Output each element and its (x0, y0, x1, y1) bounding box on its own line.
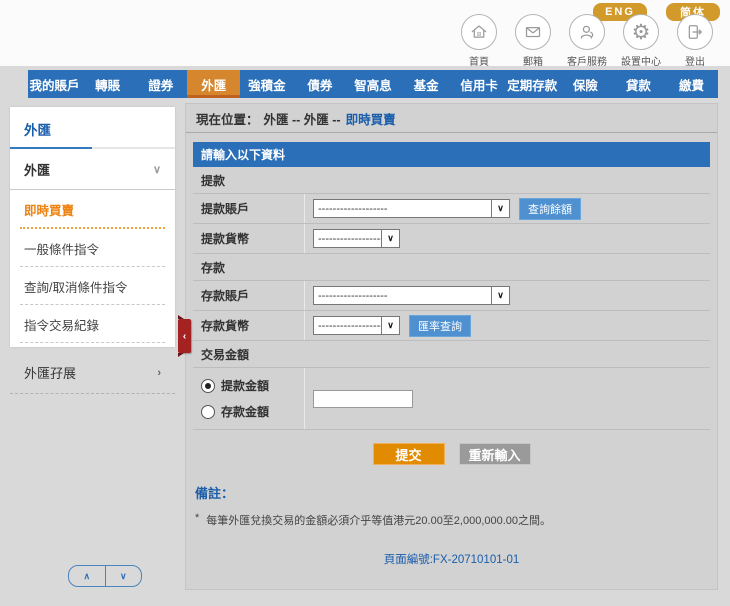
chevron-down-icon: ∨ (491, 200, 509, 217)
main-nav: 我的賬戶 轉賬 證券 外匯 強積金 債券 智高息 基金 信用卡 定期存款 保險 … (28, 70, 718, 98)
fx-instant-trade-form: 請輸入以下資料 提款 提款賬戶 ------------------- ∨ 查詢… (193, 142, 710, 465)
withdraw-amount-radio-label: 提款金額 (221, 377, 269, 394)
chevron-down-icon: ∨ (381, 230, 399, 247)
submit-button[interactable]: 提交 (373, 443, 445, 465)
logout-icon (677, 14, 713, 50)
pager-up-button[interactable]: ∧ (69, 566, 106, 586)
chevron-down-icon: ∨ (381, 317, 399, 334)
deposit-account-row: 存款賬戶 ------------------- ∨ (193, 281, 710, 311)
amount-row: 提款金額 存款金額 (193, 368, 710, 430)
breadcrumb-path: 外匯 -- 外匯 -- (264, 109, 341, 128)
note-bullet: * (195, 512, 199, 528)
sidebar-item-order-history[interactable]: 指令交易紀錄 (20, 305, 165, 343)
check-balance-button[interactable]: 查詢餘額 (519, 198, 581, 220)
home-icon (461, 14, 497, 50)
nav-item-insurance[interactable]: 保險 (559, 70, 612, 98)
deposit-amount-radio[interactable]: 存款金額 (201, 403, 269, 420)
nav-item-payments[interactable]: 繳費 (665, 70, 718, 98)
sidebar-item-label: 外匯孖展 (24, 363, 76, 382)
sidebar-collapse-button[interactable]: ‹ (178, 319, 191, 353)
sidebar: 外匯 外匯 ∨ 即時買賣 一般條件指令 查詢/取消條件指令 指令交易紀錄 外匯孖… (10, 107, 175, 590)
deposit-section-header: 存款 (193, 254, 710, 281)
nav-item-securities[interactable]: 證券 (134, 70, 187, 98)
deposit-account-value: ------------------- (314, 287, 491, 304)
customer-service-icon (569, 14, 605, 50)
page-number: 頁面編號:FX-20710101-01 (195, 551, 708, 567)
sidebar-menu-card: 外匯 外匯 ∨ 即時買賣 一般條件指令 查詢/取消條件指令 指令交易紀錄 (10, 107, 175, 347)
reset-button[interactable]: 重新輸入 (459, 443, 531, 465)
sidebar-item-instant-trade[interactable]: 即時買賣 (20, 190, 165, 229)
logout-shortcut[interactable]: 登出 (668, 14, 722, 68)
sidebar-item-fx-margin[interactable]: 外匯孖展 › (10, 350, 175, 394)
sidebar-title-divider (10, 147, 175, 149)
withdraw-account-row: 提款賬戶 ------------------- ∨ 查詢餘額 (193, 194, 710, 224)
settings-label: 設置中心 (621, 53, 661, 68)
withdraw-currency-label: 提款貨幣 (193, 224, 305, 253)
sidebar-item-general-order[interactable]: 一般條件指令 (20, 229, 165, 267)
deposit-currency-select[interactable]: ------------------- ∨ (313, 316, 400, 335)
home-label: 首頁 (469, 53, 489, 68)
withdraw-account-value: ------------------- (314, 200, 491, 217)
deposit-account-label: 存款賬戶 (193, 281, 305, 310)
mail-label: 郵箱 (523, 53, 543, 68)
deposit-amount-radio-label: 存款金額 (221, 403, 269, 420)
note-line: * 每筆外匯兌換交易的金額必須介乎等值港元20.00至2,000,000.00之… (195, 512, 708, 528)
form-actions: 提交 重新輸入 (193, 443, 710, 465)
notes-section: 備註： * 每筆外匯兌換交易的金額必須介乎等值港元20.00至2,000,000… (195, 483, 708, 567)
deposit-currency-value: ------------------- (314, 317, 381, 334)
withdraw-currency-select[interactable]: ------------------- ∨ (313, 229, 400, 248)
amount-section-header: 交易金額 (193, 341, 710, 368)
withdraw-account-label: 提款賬戶 (193, 194, 305, 223)
main-content: ‹ 現在位置： 外匯 -- 外匯 -- 即時買賣 請輸入以下資料 提款 提款賬戶… (185, 103, 718, 590)
mail-shortcut[interactable]: 郵箱 (506, 14, 560, 68)
nav-item-bonds[interactable]: 債券 (293, 70, 346, 98)
withdraw-currency-value: ------------------- (314, 230, 381, 247)
amount-input[interactable] (313, 390, 413, 408)
deposit-account-select[interactable]: ------------------- ∨ (313, 286, 510, 305)
nav-item-credit-card[interactable]: 信用卡 (453, 70, 506, 98)
withdraw-amount-radio[interactable]: 提款金額 (201, 377, 269, 394)
chevron-right-icon: › (157, 367, 161, 379)
sidebar-group-label: 外匯 (24, 160, 50, 179)
deposit-currency-label: 存款貨幣 (193, 311, 305, 340)
radio-selected-icon (201, 379, 215, 393)
note-text: 每筆外匯兌換交易的金額必須介乎等值港元20.00至2,000,000.00之間。 (206, 512, 551, 528)
chevron-down-icon: ∨ (491, 287, 509, 304)
customer-service-label: 客戶服務 (567, 53, 607, 68)
breadcrumb: 現在位置： 外匯 -- 外匯 -- 即時買賣 (186, 104, 717, 133)
nav-item-smart-interest[interactable]: 智高息 (346, 70, 399, 98)
breadcrumb-prefix: 現在位置： (196, 109, 259, 128)
header: ENG 简体 首頁 郵箱 (0, 0, 730, 66)
nav-item-my-accounts[interactable]: 我的賬戶 (28, 70, 81, 98)
sidebar-item-query-cancel-order[interactable]: 查詢/取消條件指令 (20, 267, 165, 305)
rate-check-button[interactable]: 匯率查詢 (409, 315, 471, 337)
nav-item-funds[interactable]: 基金 (400, 70, 453, 98)
withdraw-currency-row: 提款貨幣 ------------------- ∨ (193, 224, 710, 254)
settings-icon: ⚙ (623, 14, 659, 50)
nav-item-transfer[interactable]: 轉賬 (81, 70, 134, 98)
withdraw-account-select[interactable]: ------------------- ∨ (313, 199, 510, 218)
sidebar-title: 外匯 (10, 107, 175, 147)
mail-icon (515, 14, 551, 50)
nav-item-fx[interactable]: 外匯 (187, 70, 240, 98)
withdraw-section-header: 提款 (193, 167, 710, 194)
deposit-currency-row: 存款貨幣 ------------------- ∨ 匯率查詢 (193, 311, 710, 341)
pager-down-button[interactable]: ∨ (106, 566, 142, 586)
customer-service-shortcut[interactable]: 客戶服務 (560, 14, 614, 68)
logout-label: 登出 (685, 53, 705, 68)
sidebar-pager: ∧ ∨ (68, 565, 142, 587)
form-header: 請輸入以下資料 (193, 142, 710, 167)
radio-unselected-icon (201, 405, 215, 419)
quick-icon-bar: 首頁 郵箱 客戶服務 ⚙ (452, 14, 722, 68)
chevron-left-icon: ‹ (183, 331, 186, 342)
sidebar-group-fx[interactable]: 外匯 ∨ (10, 149, 175, 190)
home-shortcut[interactable]: 首頁 (452, 14, 506, 68)
chevron-down-icon: ∨ (153, 163, 161, 176)
notes-title: 備註： (195, 483, 708, 502)
nav-item-mpf[interactable]: 強積金 (240, 70, 293, 98)
settings-shortcut[interactable]: ⚙ 設置中心 (614, 14, 668, 68)
nav-item-loans[interactable]: 貸款 (612, 70, 665, 98)
nav-item-time-deposit[interactable]: 定期存款 (506, 70, 559, 98)
breadcrumb-current: 即時買賣 (346, 109, 396, 128)
